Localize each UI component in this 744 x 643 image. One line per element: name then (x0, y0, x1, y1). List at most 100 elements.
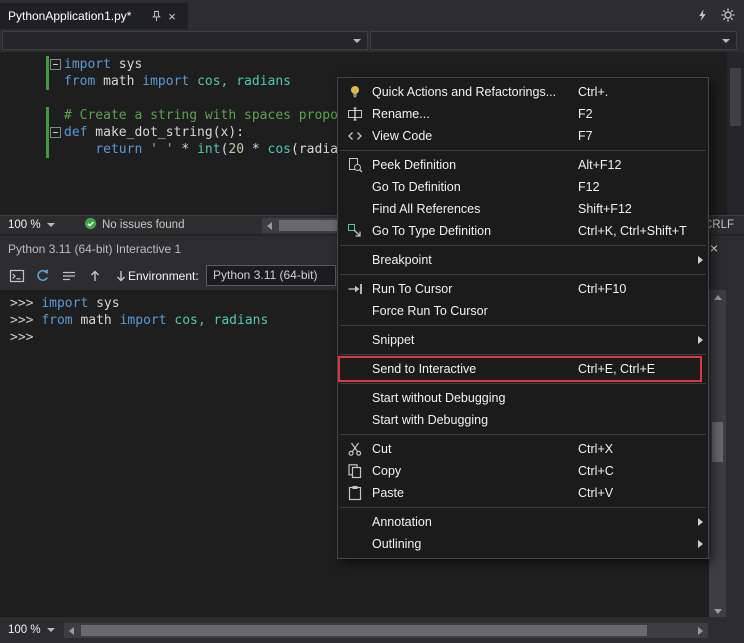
menu-item-label: Paste (372, 486, 578, 500)
menu-item-go-to-type-definition[interactable]: Go To Type DefinitionCtrl+K, Ctrl+Shift+… (338, 220, 708, 242)
cut-icon (338, 441, 372, 457)
run-to-cursor-icon (338, 281, 372, 297)
menu-item-paste[interactable]: PasteCtrl+V (338, 482, 708, 504)
scroll-left-icon[interactable] (64, 623, 79, 638)
menu-separator (340, 245, 706, 246)
editor-code-lines: import sysfrom math import cos, radians … (64, 56, 346, 158)
menu-item-start-with-debugging[interactable]: Start with Debugging (338, 409, 708, 431)
fold-collapse-icon[interactable] (50, 59, 61, 70)
menu-separator (340, 434, 706, 435)
check-circle-icon (84, 217, 97, 233)
members-dropdown[interactable] (370, 31, 737, 50)
menu-item-shortcut: Ctrl+K, Ctrl+Shift+T (578, 224, 692, 238)
menu-item-shortcut: Ctrl+V (578, 486, 692, 500)
clear-screen-icon[interactable] (58, 265, 80, 287)
context-menu: Quick Actions and Refactorings...Ctrl+.R… (337, 77, 709, 559)
interactive-horizontal-scrollbar[interactable] (64, 623, 708, 638)
fold-collapse-icon[interactable] (50, 127, 61, 138)
menu-item-rename[interactable]: Rename...F2 (338, 103, 708, 125)
menu-item-go-to-definition[interactable]: Go To DefinitionF12 (338, 176, 708, 198)
menu-item-force-run-to-cursor[interactable]: Force Run To Cursor (338, 300, 708, 322)
menu-item-start-without-debugging[interactable]: Start without Debugging (338, 387, 708, 409)
rename-icon (338, 106, 372, 122)
menu-item-send-to-interactive[interactable]: Send to InteractiveCtrl+E, Ctrl+E (338, 358, 708, 380)
menu-item-snippet[interactable]: Snippet (338, 329, 708, 351)
chevron-down-icon (722, 39, 730, 43)
menu-item-label: Start without Debugging (372, 391, 578, 405)
menu-item-shortcut: Ctrl+X (578, 442, 692, 456)
document-tab-title: PythonApplication1.py* (8, 9, 148, 23)
environment-value: Python 3.11 (64-bit) (213, 268, 318, 282)
scroll-left-icon[interactable] (262, 218, 277, 233)
editor-vertical-scrollbar[interactable] (727, 52, 744, 215)
menu-separator (340, 383, 706, 384)
menu-item-label: Copy (372, 464, 578, 478)
code-line: >>> from math import cos, radians (10, 312, 268, 329)
code-line: # Create a string with spaces propor (64, 107, 346, 124)
menu-item-label: View Code (372, 129, 578, 143)
menu-separator (340, 325, 706, 326)
peek-definition-icon (338, 157, 372, 173)
panel-title: Python 3.11 (64-bit) Interactive 1 (8, 242, 181, 256)
interactive-vertical-scrollbar[interactable] (709, 290, 726, 619)
scroll-up-icon[interactable] (709, 290, 726, 305)
gear-icon[interactable] (720, 7, 736, 23)
types-dropdown[interactable] (2, 31, 368, 50)
menu-item-find-all-references[interactable]: Find All ReferencesShift+F12 (338, 198, 708, 220)
menu-item-shortcut: F12 (578, 180, 692, 194)
interactive-lines: >>> import sys>>> from math import cos, … (10, 295, 268, 346)
menu-item-label: Breakpoint (372, 253, 578, 267)
menu-item-label: Go To Definition (372, 180, 578, 194)
menu-item-shortcut: F2 (578, 107, 692, 121)
scroll-right-icon[interactable] (693, 623, 708, 638)
menu-item-shortcut: Alt+F12 (578, 158, 692, 172)
scrollbar-thumb[interactable] (81, 625, 647, 636)
menu-item-label: Force Run To Cursor (372, 304, 578, 318)
menu-item-label: Annotation (372, 515, 578, 529)
scrollbar-thumb[interactable] (730, 68, 741, 126)
menu-item-peek-definition[interactable]: Peek DefinitionAlt+F12 (338, 154, 708, 176)
copy-icon (338, 463, 372, 479)
interactive-toolbar-icons (6, 265, 132, 287)
reset-icon[interactable] (32, 265, 54, 287)
menu-item-label: Rename... (372, 107, 578, 121)
pin-icon[interactable] (148, 8, 164, 24)
submenu-arrow-icon (692, 518, 708, 526)
chevron-down-icon (47, 628, 55, 632)
menu-item-quick-actions-and-refactorings[interactable]: Quick Actions and Refactorings...Ctrl+. (338, 81, 708, 103)
menu-item-shortcut: Shift+F12 (578, 202, 692, 216)
editor-zoom-value: 100 % (8, 219, 41, 231)
fold-markers (50, 52, 62, 215)
code-line (64, 90, 346, 107)
scrollbar-thumb[interactable] (712, 422, 723, 462)
chevron-down-icon (47, 223, 55, 227)
menu-item-copy[interactable]: CopyCtrl+C (338, 460, 708, 482)
issues-indicator[interactable]: No issues found (84, 216, 184, 234)
menu-separator (340, 274, 706, 275)
menu-separator (340, 354, 706, 355)
chevron-down-icon (353, 39, 361, 43)
close-icon[interactable]: × (164, 8, 180, 24)
menu-item-cut[interactable]: CutCtrl+X (338, 438, 708, 460)
menu-item-run-to-cursor[interactable]: Run To CursorCtrl+F10 (338, 278, 708, 300)
interactive-window-icon[interactable] (6, 265, 28, 287)
menu-item-breakpoint[interactable]: Breakpoint (338, 249, 708, 271)
editor-zoom-control[interactable]: 100 % (8, 216, 55, 234)
change-bar (46, 107, 49, 158)
interactive-zoom-control[interactable]: 100 % (8, 621, 55, 639)
history-previous-icon[interactable] (84, 265, 106, 287)
menu-item-shortcut: Ctrl+F10 (578, 282, 692, 296)
menu-item-shortcut: F7 (578, 129, 692, 143)
submenu-arrow-icon (692, 336, 708, 344)
bolt-icon[interactable] (694, 7, 710, 23)
menu-item-view-code[interactable]: View CodeF7 (338, 125, 708, 147)
document-tab[interactable]: PythonApplication1.py* × (0, 3, 188, 29)
environment-dropdown[interactable]: Python 3.11 (64-bit) (206, 265, 336, 286)
menu-item-shortcut: Ctrl+C (578, 464, 692, 478)
code-line: return ' ' * int(20 * cos(radia (64, 141, 346, 158)
change-bar (46, 56, 49, 90)
menu-item-annotation[interactable]: Annotation (338, 511, 708, 533)
go-to-type-definition-icon (338, 223, 372, 239)
submenu-arrow-icon (692, 256, 708, 264)
menu-item-outlining[interactable]: Outlining (338, 533, 708, 555)
